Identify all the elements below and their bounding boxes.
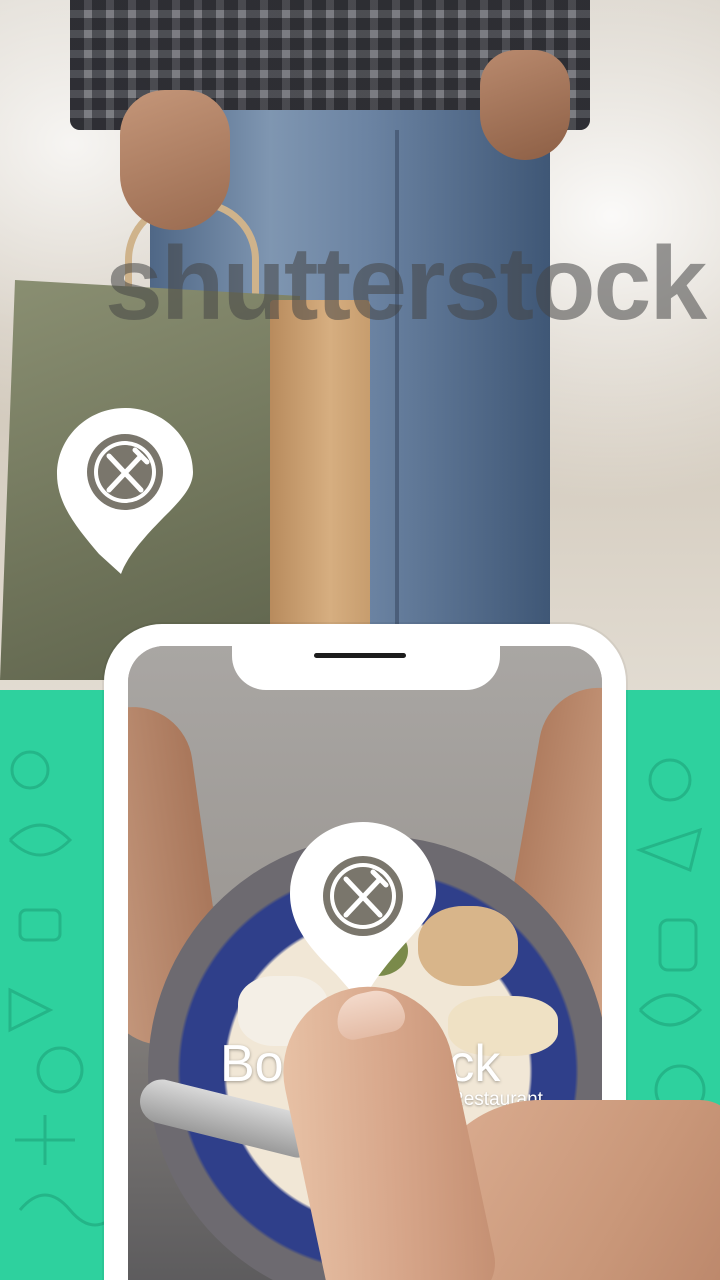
hand-in-pocket	[480, 50, 570, 160]
shopper-photo	[0, 0, 720, 720]
stock-watermark: shutterstock	[105, 226, 707, 342]
jeans-seam	[395, 130, 399, 650]
restaurant-location-pin-icon	[57, 408, 193, 574]
splash-screen: shutterstock Book Restaurant	[0, 0, 720, 1280]
phone-notch	[232, 640, 500, 690]
phone-speaker	[314, 653, 406, 658]
hand-holding-bag	[120, 90, 230, 230]
shopping-bag-kraft	[270, 300, 370, 630]
restaurant-location-pin-icon[interactable]	[288, 820, 438, 1005]
